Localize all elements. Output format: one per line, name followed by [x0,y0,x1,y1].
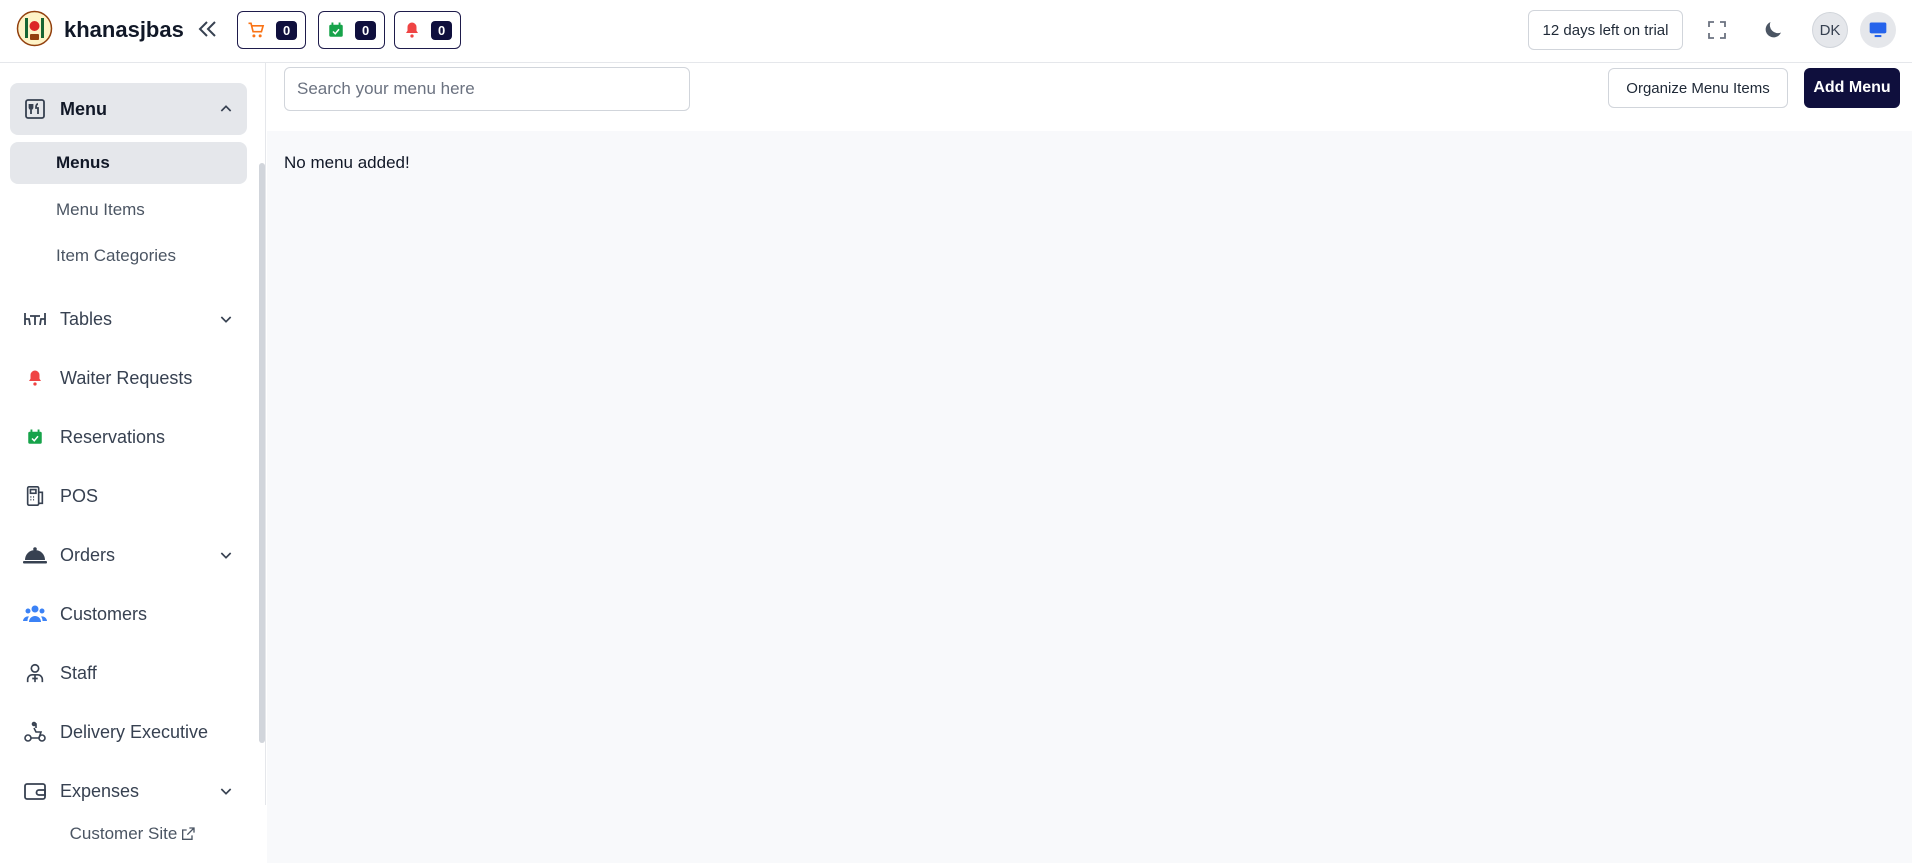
menu-fork-knife-icon [22,96,48,122]
menu-toolbar: Organize Menu Items Add Menu [267,63,1912,131]
sidebar-item-menu[interactable]: Menu [10,83,247,135]
sidebar-item-tables[interactable]: Tables [10,293,247,345]
cart-icon [248,22,265,38]
reservations-button[interactable]: 0 [318,11,386,49]
brand-logo-icon[interactable] [16,10,53,47]
chevron-down-icon [220,552,232,559]
customer-site-label: Customer Site [69,824,178,843]
sidebar-item-label: Customers [60,603,148,624]
chevron-up-icon [220,105,232,112]
organize-menu-items-button[interactable]: Organize Menu Items [1608,68,1788,108]
sidebar-item-orders[interactable]: Orders [10,529,247,581]
trial-badge[interactable]: 12 days left on trial [1528,10,1683,50]
brand-name[interactable]: khanasjbas [64,17,184,43]
calendar-check-icon [329,22,343,37]
sidebar-subitem-label: Item Categories [56,246,176,265]
sidebar-item-staff[interactable]: Staff [10,647,247,699]
cart-orders-button[interactable]: 0 [237,11,307,49]
sidebar-item-waiter-requests[interactable]: Waiter Requests [10,352,247,404]
customer-site-link[interactable]: Customer Site [0,805,266,863]
scooter-icon [22,719,48,745]
notification-count: 0 [431,20,453,40]
chevron-down-icon [220,316,232,323]
chevron-down-icon [220,788,232,795]
sidebar-subitem-label: Menu Items [56,200,145,219]
notifications-button[interactable]: 0 [394,11,462,49]
sidebar-item-label: Expenses [60,780,140,801]
table-icon [22,306,48,332]
fullscreen-icon[interactable] [1705,18,1729,42]
sidebar-item-reservations[interactable]: Reservations [10,411,247,463]
sidebar-item-label: POS [60,485,99,506]
monitor-icon [1869,22,1887,38]
calendar-check-icon [22,424,48,450]
sidebar: Menu Menus Menu Items Item Categories Ta… [0,63,266,863]
wallet-icon [22,778,48,804]
sidebar-scrollbar[interactable] [259,163,265,743]
sidebar-item-label: Staff [60,662,97,683]
sidebar-item-label: Tables [60,308,113,329]
cart-count: 0 [276,20,298,40]
main-content: Organize Menu Items Add Menu No menu add… [267,63,1912,863]
sidebar-subitem-menu-items[interactable]: Menu Items [10,189,247,231]
menu-search-input[interactable] [284,67,690,111]
staff-icon [22,660,48,686]
collapse-sidebar-icon[interactable] [196,16,220,42]
sidebar-item-pos[interactable]: POS [10,470,247,522]
external-link-icon [182,827,196,840]
add-menu-button[interactable]: Add Menu [1804,68,1900,108]
empty-state-message: No menu added! [284,153,410,172]
sidebar-item-label: Waiter Requests [60,367,193,388]
sidebar-item-label: Menu [60,98,107,119]
top-header: khanasjbas 0 0 0 12 days left on trial D… [0,0,1912,63]
sidebar-item-label: Orders [60,544,116,565]
bell-icon [406,22,418,38]
sidebar-subitem-label: Menus [56,153,110,172]
cloche-icon [22,542,48,568]
desktop-view-button[interactable] [1860,12,1896,48]
bell-icon [22,365,48,391]
user-avatar[interactable]: DK [1812,12,1848,48]
users-icon [22,601,48,627]
sidebar-item-delivery-executive[interactable]: Delivery Executive [10,706,247,758]
pos-icon [22,483,48,509]
sidebar-subitem-menus[interactable]: Menus [10,142,247,184]
reservation-count: 0 [355,20,377,40]
sidebar-subitem-item-categories[interactable]: Item Categories [10,235,247,277]
dark-mode-moon-icon[interactable] [1761,18,1785,42]
sidebar-item-customers[interactable]: Customers [10,588,247,640]
sidebar-item-label: Reservations [60,426,166,447]
sidebar-item-label: Delivery Executive [60,721,209,742]
